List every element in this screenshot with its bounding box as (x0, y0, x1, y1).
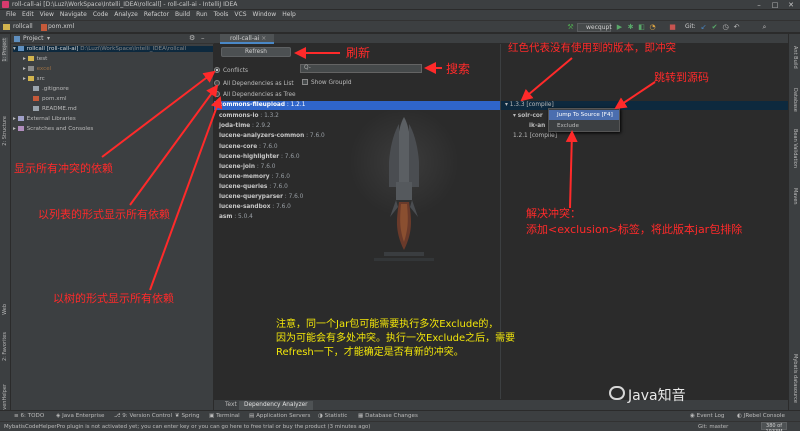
annotation-refresh: 刷新 (346, 46, 371, 60)
annotation-note-line1: 注意，同一个Jar包可能需要执行多次Exclude的， (276, 319, 499, 330)
wechat-logo-icon (609, 386, 625, 400)
annotation-as-tree: 以树的形式显示所有依赖 (53, 292, 174, 305)
annotation-as-list: 以列表的形式显示所有依赖 (38, 208, 170, 221)
arrow-red-version (520, 57, 573, 102)
annotation-resolve-title: 解决冲突： (526, 207, 581, 220)
annotation-note-line3: Refresh一下，才能确定是否有新的冲突。 (276, 347, 464, 358)
annotation-search: 搜索 (446, 62, 471, 76)
arrow-jump-source (614, 81, 656, 110)
annotation-note-line2: 因为可能会有多处冲突。执行一次Exclude之后，需要 (276, 333, 516, 344)
annotation-resolve-body: 添加<exclusion>标签，将此版本jar包排除 (526, 223, 743, 236)
watermark: Java知音 (628, 388, 686, 404)
annotation-jump-source: 跳转到源码 (654, 71, 709, 84)
arrow-exclude (565, 130, 578, 209)
annotation-note: 注意，同一个Jar包可能需要执行多次Exclude的， 因为可能会有多处冲突。执… (276, 318, 515, 360)
annotation-conflicts: 显示所有冲突的依赖 (14, 162, 113, 175)
arrow-as-tree (149, 96, 223, 291)
annotation-red-meaning: 红色代表没有使用到的版本，即冲突 (508, 42, 676, 54)
